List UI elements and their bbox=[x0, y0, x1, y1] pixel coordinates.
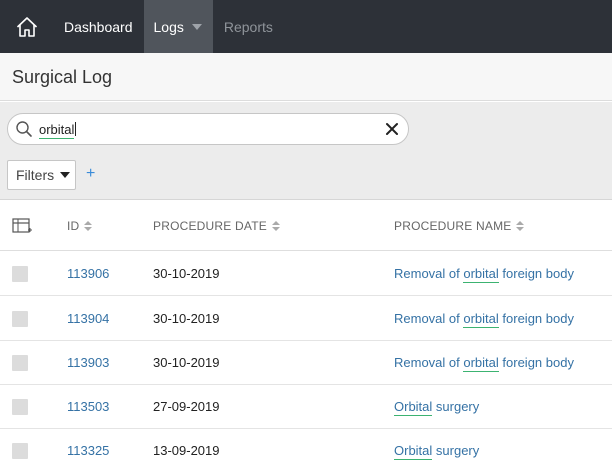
procedure-name-prefix: Removal of bbox=[394, 311, 464, 326]
page-title: Surgical Log bbox=[12, 67, 113, 87]
row-checkbox[interactable] bbox=[12, 443, 28, 459]
procedure-name-prefix: Removal of bbox=[394, 355, 464, 370]
search-value: orbital bbox=[39, 122, 77, 139]
row-procedure-name-link[interactable]: Removal of orbital foreign body bbox=[394, 355, 574, 372]
row-id-link[interactable]: 113906 bbox=[67, 266, 109, 281]
table-row: 113325 13-09-2019 Orbital surgery bbox=[0, 429, 612, 472]
column-header-id[interactable]: ID bbox=[67, 219, 93, 233]
sort-icon bbox=[516, 221, 525, 231]
nav-logs[interactable]: Logs bbox=[143, 0, 213, 53]
top-navigation: Dashboard Logs Reports bbox=[0, 0, 612, 53]
row-id-link[interactable]: 113904 bbox=[67, 311, 109, 326]
column-header-procedure-date[interactable]: PROCEDURE DATE bbox=[153, 219, 280, 233]
row-id-link[interactable]: 113503 bbox=[67, 399, 109, 414]
row-procedure-date: 30-10-2019 bbox=[153, 311, 220, 326]
home-icon bbox=[16, 16, 37, 37]
row-id-link[interactable]: 113325 bbox=[67, 443, 109, 458]
row-checkbox[interactable] bbox=[12, 311, 28, 327]
procedure-name-match: orbital bbox=[463, 311, 499, 328]
row-procedure-date: 30-10-2019 bbox=[153, 266, 220, 281]
procedure-name-match: Orbital bbox=[394, 443, 433, 460]
row-procedure-name-link[interactable]: Orbital surgery bbox=[394, 443, 480, 460]
close-icon[interactable] bbox=[385, 122, 399, 136]
table-row: 113904 30-10-2019 Removal of orbital for… bbox=[0, 297, 612, 341]
row-procedure-date: 27-09-2019 bbox=[153, 399, 220, 414]
nav-logs-label: Logs bbox=[153, 18, 184, 35]
filters-dropdown[interactable]: Filters bbox=[7, 160, 76, 190]
row-procedure-name-link[interactable]: Removal of orbital foreign body bbox=[394, 311, 574, 328]
toolbar: orbital Filters + bbox=[0, 102, 612, 200]
caret-down-icon bbox=[60, 172, 71, 178]
procedure-name-suffix: foreign body bbox=[498, 311, 574, 326]
row-procedure-name-link[interactable]: Removal of orbital foreign body bbox=[394, 266, 574, 283]
column-header-id-label: ID bbox=[67, 219, 80, 233]
nav-reports-label: Reports bbox=[223, 18, 273, 35]
row-id-link[interactable]: 113903 bbox=[67, 355, 109, 370]
filters-label: Filters bbox=[16, 167, 55, 183]
column-picker-icon[interactable] bbox=[12, 218, 32, 234]
column-header-procedure-date-label: PROCEDURE DATE bbox=[153, 219, 267, 233]
procedure-name-prefix: Removal of bbox=[394, 266, 464, 281]
row-checkbox[interactable] bbox=[12, 355, 28, 371]
title-bar: Surgical Log bbox=[0, 53, 612, 101]
text-cursor bbox=[75, 122, 77, 136]
procedure-name-suffix: surgery bbox=[432, 443, 480, 458]
sort-icon bbox=[271, 221, 280, 231]
row-checkbox[interactable] bbox=[12, 266, 28, 282]
table-row: 113906 30-10-2019 Removal of orbital for… bbox=[0, 252, 612, 296]
procedure-name-match: Orbital bbox=[394, 399, 433, 416]
sort-icon bbox=[84, 221, 93, 231]
table-header: ID PROCEDURE DATE PROCEDURE NAME bbox=[0, 201, 612, 251]
row-procedure-date: 13-09-2019 bbox=[153, 443, 220, 458]
column-header-procedure-name[interactable]: PROCEDURE NAME bbox=[394, 219, 525, 233]
table-row: 113903 30-10-2019 Removal of orbital for… bbox=[0, 341, 612, 385]
procedure-name-match: orbital bbox=[463, 266, 499, 283]
add-filter-button[interactable]: + bbox=[86, 165, 95, 183]
procedure-name-suffix: surgery bbox=[432, 399, 480, 414]
search-value-text: orbital bbox=[39, 122, 75, 139]
nav-dashboard[interactable]: Dashboard bbox=[53, 0, 144, 53]
column-header-procedure-name-label: PROCEDURE NAME bbox=[394, 219, 512, 233]
row-procedure-name-link[interactable]: Orbital surgery bbox=[394, 399, 480, 416]
home-button[interactable] bbox=[0, 0, 53, 53]
chevron-down-icon bbox=[191, 23, 202, 30]
nav-dashboard-label: Dashboard bbox=[64, 18, 133, 35]
nav-reports[interactable]: Reports bbox=[213, 0, 284, 53]
search-input[interactable]: orbital bbox=[7, 113, 409, 145]
procedure-name-match: orbital bbox=[463, 355, 499, 372]
row-checkbox[interactable] bbox=[12, 399, 28, 415]
procedure-name-suffix: foreign body bbox=[498, 266, 574, 281]
procedure-name-suffix: foreign body bbox=[498, 355, 574, 370]
table-row: 113503 27-09-2019 Orbital surgery bbox=[0, 385, 612, 429]
search-icon bbox=[16, 121, 32, 137]
row-procedure-date: 30-10-2019 bbox=[153, 355, 220, 370]
